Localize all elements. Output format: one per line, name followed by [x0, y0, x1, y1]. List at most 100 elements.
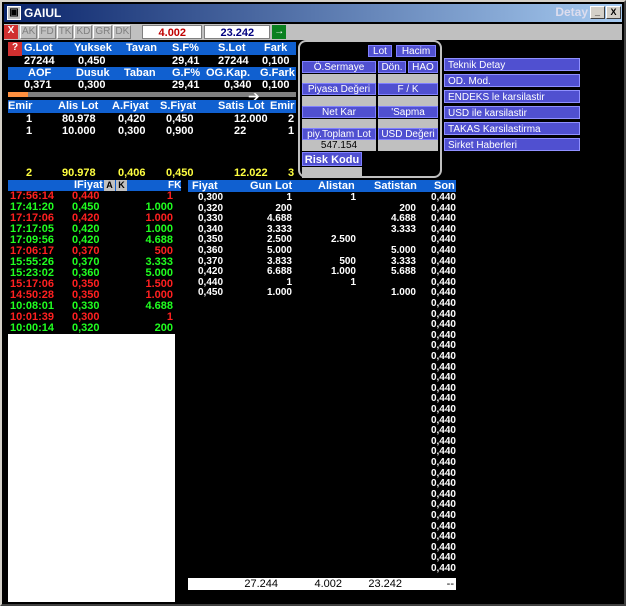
detail-title: Detay: [555, 5, 588, 19]
depth-satistan: 5.688: [390, 266, 416, 278]
piytoplam-button[interactable]: piy.Toplam Lot: [302, 128, 376, 140]
son-value: 0,440: [430, 255, 456, 267]
depth-price: 0,420: [198, 266, 224, 278]
side-menu-item[interactable]: Sirket Haberleri: [444, 138, 580, 151]
depth-satistan: 3.333: [390, 255, 416, 267]
lot-button[interactable]: Lot: [368, 45, 392, 57]
side-menu-item[interactable]: ENDEKS le karsilastir: [444, 90, 580, 103]
side-menu-item[interactable]: OD. Mod.: [444, 74, 580, 87]
main-window: ▣ GAIUL Detay _ X X AK FD TK KD GR DK 4.002 2…: [0, 0, 626, 606]
son-value: 0,440: [430, 478, 456, 490]
cell-r2: 0,371: [24, 79, 52, 91]
toolbar-button-kd[interactable]: KD: [74, 25, 93, 39]
son-value: 0,440: [430, 213, 456, 225]
close-button[interactable]: X: [606, 6, 621, 19]
depth-gunlot: 200: [275, 202, 292, 214]
usd-button[interactable]: USD Değeri: [378, 128, 438, 140]
cell-h1: Tavan: [126, 42, 157, 54]
hao-button[interactable]: HAO: [408, 61, 438, 73]
son-value: 0,440: [430, 382, 456, 394]
k-toggle-button[interactable]: K: [116, 180, 127, 191]
depth-row: 0,300 1 1: [188, 192, 456, 203]
side-menu-item[interactable]: TAKAS Karsilastirma: [444, 122, 580, 135]
depth-gunlot: 4.688: [266, 213, 292, 225]
osermaye-button[interactable]: Ö.Sermaye: [302, 61, 376, 73]
piyasa-button[interactable]: Piyasa Değeri: [302, 83, 376, 95]
depth-price: 0,320: [198, 202, 224, 214]
toolbar-button-ak[interactable]: AK: [20, 25, 38, 39]
footer-total: 23.242: [368, 578, 402, 590]
son-value: 0,440: [430, 457, 456, 468]
cell-h1: Yuksek: [74, 42, 112, 54]
order-cell: 1: [288, 125, 295, 137]
son-value: 0,440: [430, 467, 456, 479]
depth-row: 0,420 6.688 1.000 5.688: [188, 266, 456, 277]
son-value: 0,440: [430, 234, 456, 246]
side-menu-item[interactable]: USD ile karsilastir: [444, 106, 580, 119]
toolbar-button-dk[interactable]: DK: [113, 25, 132, 39]
depth-alistan: 1: [350, 276, 356, 288]
depth-price: 0,300: [198, 192, 224, 203]
toolbar-button-fd[interactable]: FD: [38, 25, 56, 39]
help-icon[interactable]: ?: [8, 42, 22, 56]
footer-total: --: [446, 578, 454, 590]
depth-gunlot: 3.833: [266, 255, 292, 267]
trade-time: 10:00:14: [10, 322, 55, 334]
risk-code-value: [302, 167, 362, 178]
depth-alistan: 500: [339, 255, 356, 267]
side-menu-item[interactable]: Teknik Detay: [444, 58, 580, 71]
close-symbol-button[interactable]: X: [4, 25, 18, 39]
son-value: 0,440: [430, 520, 456, 532]
depth-alistan: 1.000: [330, 266, 356, 278]
order-cell: 22: [234, 125, 247, 137]
don-button[interactable]: Dön.: [378, 61, 406, 73]
depth-col-header[interactable]: Fiyat: [192, 180, 218, 192]
depth-col-header[interactable]: Son: [434, 180, 455, 192]
son-value: 0,440: [430, 245, 456, 256]
son-value: 0,440: [430, 435, 456, 447]
sapma-button[interactable]: 'Sapma: [378, 106, 438, 118]
go-arrow-icon[interactable]: →: [272, 25, 287, 39]
depth-col-header[interactable]: Gun Lot: [250, 180, 292, 192]
depth-gunlot: 1: [286, 192, 292, 203]
depth-col-header[interactable]: Satistan: [374, 180, 417, 192]
depth-price: 0,440: [198, 276, 224, 288]
value-box-2: 23.242: [204, 25, 271, 39]
usd-value: [378, 140, 438, 151]
depth-col-header[interactable]: Alistan: [318, 180, 355, 192]
toolbar-button-tk[interactable]: TK: [56, 25, 74, 39]
depth-header: Fiyat Gun Lot Alistan Satistan Son: [188, 180, 456, 192]
son-value: 0,440: [430, 510, 456, 521]
risk-code-button[interactable]: Risk Kodu: [302, 152, 362, 166]
trades-table: IFiyat A K FK 17:56:14 0,440 1 17:41:20 0,45…: [8, 180, 182, 602]
order-cell: 0,300: [118, 125, 146, 137]
hacim-button[interactable]: Hacim: [396, 45, 436, 57]
son-value: 0,440: [430, 552, 456, 564]
depth-alistan: 1: [350, 192, 356, 203]
son-value: 0,440: [430, 488, 456, 500]
son-value: 0,440: [430, 298, 456, 309]
a-toggle-button[interactable]: A: [104, 180, 115, 191]
netkar-button[interactable]: Net Kar: [302, 106, 376, 118]
minimize-button[interactable]: _: [590, 6, 605, 19]
depth-row: 0,450 1.000 1.000: [188, 287, 456, 298]
depth-gunlot: 1.000: [266, 287, 292, 299]
son-value: 0,440: [430, 541, 456, 553]
depth-satistan: 4.688: [390, 213, 416, 225]
value-box-1: 4.002: [142, 25, 203, 39]
son-value: 0,440: [430, 361, 456, 373]
cell-h3: Emir: [8, 100, 33, 112]
toolbar-button-gr[interactable]: GR: [93, 25, 113, 39]
cell-h3: S.Fiyat: [160, 100, 197, 112]
son-value: 0,440: [430, 372, 456, 384]
depth-price: 0,340: [198, 223, 224, 235]
fk-button[interactable]: F / K: [378, 83, 438, 95]
order-totals: 2 90.978 0,406 0,450 12.022 3: [8, 167, 296, 180]
cell-h3: Satis Lot: [218, 100, 265, 112]
title-bar[interactable]: ▣ GAIUL Detay _ X: [4, 4, 622, 22]
order-row: 1 10.000 0,300 0,900 22 1: [8, 125, 296, 138]
depth-row: 0,370 3.833 500 3.333: [188, 256, 456, 267]
total-cell: 0,406: [118, 167, 146, 179]
depth-gunlot: 3.333: [266, 223, 292, 235]
cell-h1: G.Lot: [24, 42, 53, 54]
